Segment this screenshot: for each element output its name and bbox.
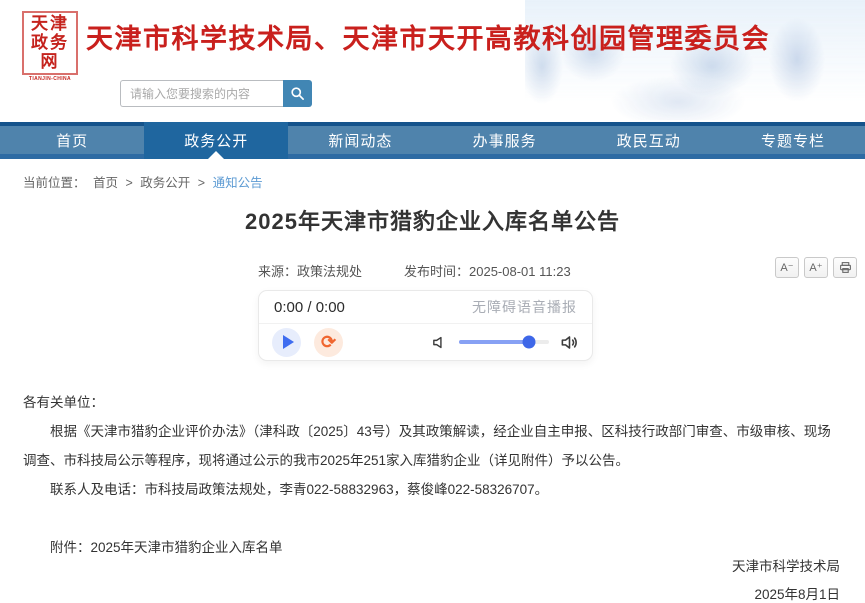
article-signature: 天津市科学技术局 2025年8月1日 <box>732 553 840 603</box>
print-button[interactable] <box>833 257 857 278</box>
volume-controls <box>431 333 579 352</box>
logo-seal-subtext: TIANJIN-CHINA <box>22 76 78 82</box>
search-bar <box>120 80 312 107</box>
main-nav: 首页 政务公开 新闻动态 办事服务 政民互动 专题专栏 <box>0 122 865 159</box>
article-source: 来源：政策法规处 <box>258 261 362 280</box>
play-icon <box>283 335 294 349</box>
breadcrumb-separator: > <box>126 176 133 190</box>
audio-player-controls: ⟳ <box>259 324 592 360</box>
nav-item-home[interactable]: 首页 <box>0 122 144 159</box>
volume-slider-fill <box>459 340 529 344</box>
main-nav-items: 首页 政务公开 新闻动态 办事服务 政民互动 专题专栏 <box>0 122 865 159</box>
signature-date: 2025年8月1日 <box>732 581 840 603</box>
page: 天津 政务网 TIANJIN-CHINA 天津市科学技术局、天津市天开高教科创园… <box>0 0 865 603</box>
article-attachment[interactable]: 附件：2025年天津市猎豹企业入库名单 <box>23 533 843 562</box>
font-decrease-button[interactable]: A⁻ <box>775 257 799 278</box>
volume-slider[interactable] <box>459 340 549 344</box>
volume-slider-thumb[interactable] <box>523 336 536 349</box>
nav-item-services[interactable]: 办事服务 <box>433 122 577 159</box>
signature-org: 天津市科学技术局 <box>732 553 840 581</box>
font-increase-button[interactable]: A⁺ <box>804 257 828 278</box>
article-salutation: 各有关单位： <box>23 388 843 417</box>
nav-item-special[interactable]: 专题专栏 <box>721 122 865 159</box>
replay-icon: ⟳ <box>321 333 336 351</box>
article-paragraph: 根据《天津市猎豹企业评价办法》（津科政〔2025〕43号）及其政策解读，经企业自… <box>23 417 843 475</box>
site-header: 天津 政务网 TIANJIN-CHINA 天津市科学技术局、天津市天开高教科创园… <box>0 0 865 122</box>
search-input[interactable] <box>120 80 283 107</box>
play-button[interactable] <box>272 328 301 357</box>
article-publish-time: 发布时间：2025-08-01 11:23 <box>404 261 571 280</box>
site-logo[interactable]: 天津 政务网 TIANJIN-CHINA <box>22 11 78 65</box>
search-button[interactable] <box>283 80 312 107</box>
article-contact: 联系人及电话：市科技局政策法规处，李青022-58832963，蔡俊峰022-5… <box>23 475 843 504</box>
logo-seal-text: 天津 政务网 <box>22 11 78 75</box>
article-meta: 来源：政策法规处 发布时间：2025-08-01 11:23 <box>258 261 571 280</box>
audio-caption: 无障碍语音播报 <box>472 297 577 317</box>
volume-mute-icon[interactable] <box>431 334 448 351</box>
breadcrumb-home[interactable]: 首页 <box>93 176 118 190</box>
nav-item-gov-info[interactable]: 政务公开 <box>144 122 288 159</box>
breadcrumb-notices[interactable]: 通知公告 <box>213 176 263 190</box>
article-body: 各有关单位： 根据《天津市猎豹企业评价办法》（津科政〔2025〕43号）及其政策… <box>23 388 843 562</box>
breadcrumb-separator: > <box>198 176 205 190</box>
audio-player: 0:00 / 0:00 无障碍语音播报 ⟳ <box>258 290 593 361</box>
breadcrumb: 当前位置： 首页 > 政务公开 > 通知公告 <box>23 172 267 191</box>
nav-item-interaction[interactable]: 政民互动 <box>577 122 721 159</box>
audio-player-header: 0:00 / 0:00 无障碍语音播报 <box>259 291 592 324</box>
audio-time: 0:00 / 0:00 <box>274 299 345 316</box>
article-title: 2025年天津市猎豹企业入库名单公告 <box>0 204 865 236</box>
breadcrumb-prefix: 当前位置： <box>23 176 86 190</box>
breadcrumb-gov-info[interactable]: 政务公开 <box>140 176 190 190</box>
replay-button[interactable]: ⟳ <box>314 328 343 357</box>
search-icon <box>290 86 305 101</box>
nav-item-news[interactable]: 新闻动态 <box>288 122 432 159</box>
volume-max-icon[interactable] <box>560 333 579 352</box>
article-tools: A⁻ A⁺ <box>775 257 857 278</box>
site-title: 天津市科学技术局、天津市天开高教科创园管理委员会 <box>86 17 770 56</box>
printer-icon <box>839 261 852 274</box>
